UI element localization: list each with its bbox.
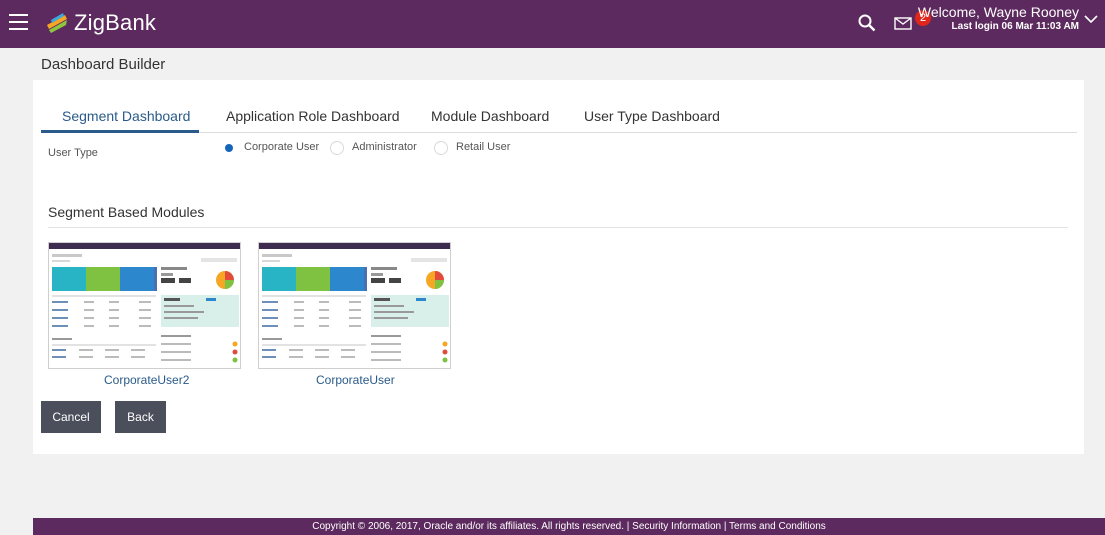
- radio-label: Administrator: [352, 141, 417, 153]
- welcome-text: Welcome, Wayne Rooney: [917, 4, 1079, 20]
- dashboard-builder-card: Segment Dashboard Application Role Dashb…: [33, 80, 1084, 454]
- chevron-down-icon[interactable]: [1084, 14, 1098, 24]
- active-tab-indicator: [41, 130, 199, 133]
- user-type-label: User Type: [48, 147, 98, 159]
- module-card[interactable]: CorporateUser2: [48, 242, 241, 387]
- radio-unselected-icon: [434, 141, 448, 155]
- mail-icon[interactable]: [894, 17, 912, 30]
- dashboard-preview-thumbnail: [258, 242, 451, 369]
- page-title: Dashboard Builder: [41, 56, 166, 73]
- zigbank-logo-icon: [47, 13, 67, 33]
- tab-user-type-dashboard[interactable]: User Type Dashboard: [584, 108, 720, 124]
- cancel-button[interactable]: Cancel: [41, 401, 101, 433]
- section-divider: [48, 227, 1068, 228]
- hamburger-menu-icon[interactable]: [9, 14, 28, 30]
- radio-label: Retail User: [456, 141, 511, 153]
- module-label[interactable]: CorporateUser2: [104, 373, 189, 387]
- footer: Copyright © 2006, 2017, Oracle and/or it…: [33, 518, 1105, 535]
- module-card[interactable]: CorporateUser: [258, 242, 451, 387]
- tab-segment-dashboard[interactable]: Segment Dashboard: [62, 108, 190, 124]
- last-login-text: Last login 06 Mar 11:03 AM: [951, 21, 1079, 32]
- dashboard-preview-thumbnail: [48, 242, 241, 369]
- search-icon[interactable]: [857, 13, 877, 33]
- section-title: Segment Based Modules: [48, 204, 205, 220]
- user-menu[interactable]: Welcome, Wayne Rooney Last login 06 Mar …: [918, 4, 1079, 32]
- top-bar: ZigBank 2 Welcome, Wayne Rooney Last log…: [0, 0, 1105, 48]
- brand-name[interactable]: ZigBank: [74, 10, 156, 36]
- module-label[interactable]: CorporateUser: [316, 373, 395, 387]
- radio-label: Corporate User: [244, 141, 320, 153]
- tab-application-role-dashboard[interactable]: Application Role Dashboard: [226, 108, 400, 124]
- back-button[interactable]: Back: [115, 401, 166, 433]
- tab-bar: Segment Dashboard Application Role Dashb…: [41, 100, 1077, 133]
- radio-selected-icon: [222, 141, 236, 155]
- tab-module-dashboard[interactable]: Module Dashboard: [431, 108, 549, 124]
- radio-unselected-icon: [330, 141, 344, 155]
